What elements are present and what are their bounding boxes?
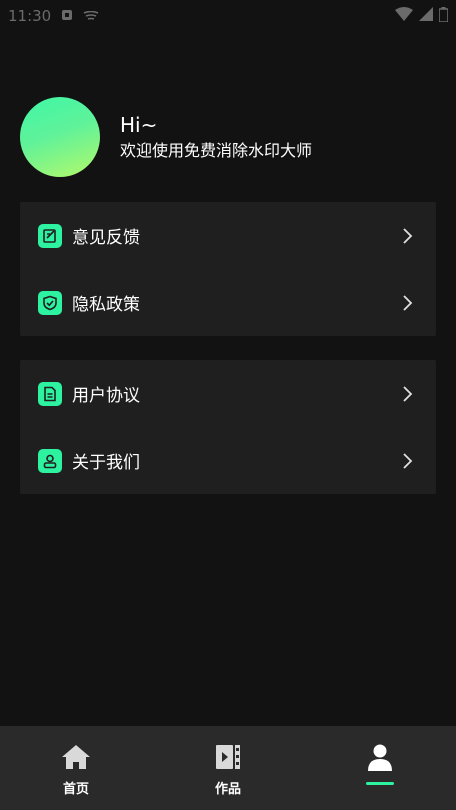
wifi-icon [395,7,413,25]
user-icon [38,448,62,473]
bottom-tab-bar: 首页 作品 [0,726,456,810]
cast-icon [83,7,99,25]
menu-item-label: 意见反馈 [72,228,140,248]
menu-item-label: 关于我们 [72,453,140,473]
battery-icon [438,6,449,26]
menu-item-label: 用户协议 [72,386,140,406]
menu-item-feedback[interactable]: 意见反馈 [20,202,436,269]
tab-profile[interactable] [304,726,456,810]
greeting-block: Hi~ 欢迎使用免费消除水印大师 [120,112,312,162]
status-bar: 11:30 [0,0,456,32]
menu-card-2: 用户协议 关于我们 [20,360,436,494]
tab-label: 作品 [214,782,241,797]
menu-item-label: 隐私政策 [72,295,140,315]
status-time: 11:30 [8,7,52,25]
status-left: 11:30 [8,7,99,25]
works-icon [215,744,241,774]
profile-header: Hi~ 欢迎使用免费消除水印大师 [20,97,312,177]
greeting-title: Hi~ [120,113,158,137]
chevron-right-icon [400,294,414,312]
menu-item-privacy[interactable]: 隐私政策 [20,269,436,336]
chevron-right-icon [400,452,414,470]
signal-icon [419,7,433,25]
document-icon [38,381,62,406]
menu-item-user-agreement[interactable]: 用户协议 [20,360,436,427]
avatar[interactable] [20,97,100,177]
tab-label: 首页 [62,782,89,797]
menu-card-1: 意见反馈 隐私政策 [20,202,436,336]
menu-item-about-us[interactable]: 关于我们 [20,427,436,494]
tab-works[interactable]: 作品 [152,726,304,810]
home-icon [61,744,91,774]
chevron-right-icon [400,227,414,245]
chevron-right-icon [400,385,414,403]
tab-home[interactable]: 首页 [0,726,152,810]
notification-icon [61,7,73,25]
active-tab-indicator [366,782,394,785]
profile-icon [367,744,393,776]
greeting-subtitle: 欢迎使用免费消除水印大师 [120,141,313,160]
status-right [395,6,449,26]
feedback-icon [38,223,62,248]
shield-icon [38,290,62,315]
